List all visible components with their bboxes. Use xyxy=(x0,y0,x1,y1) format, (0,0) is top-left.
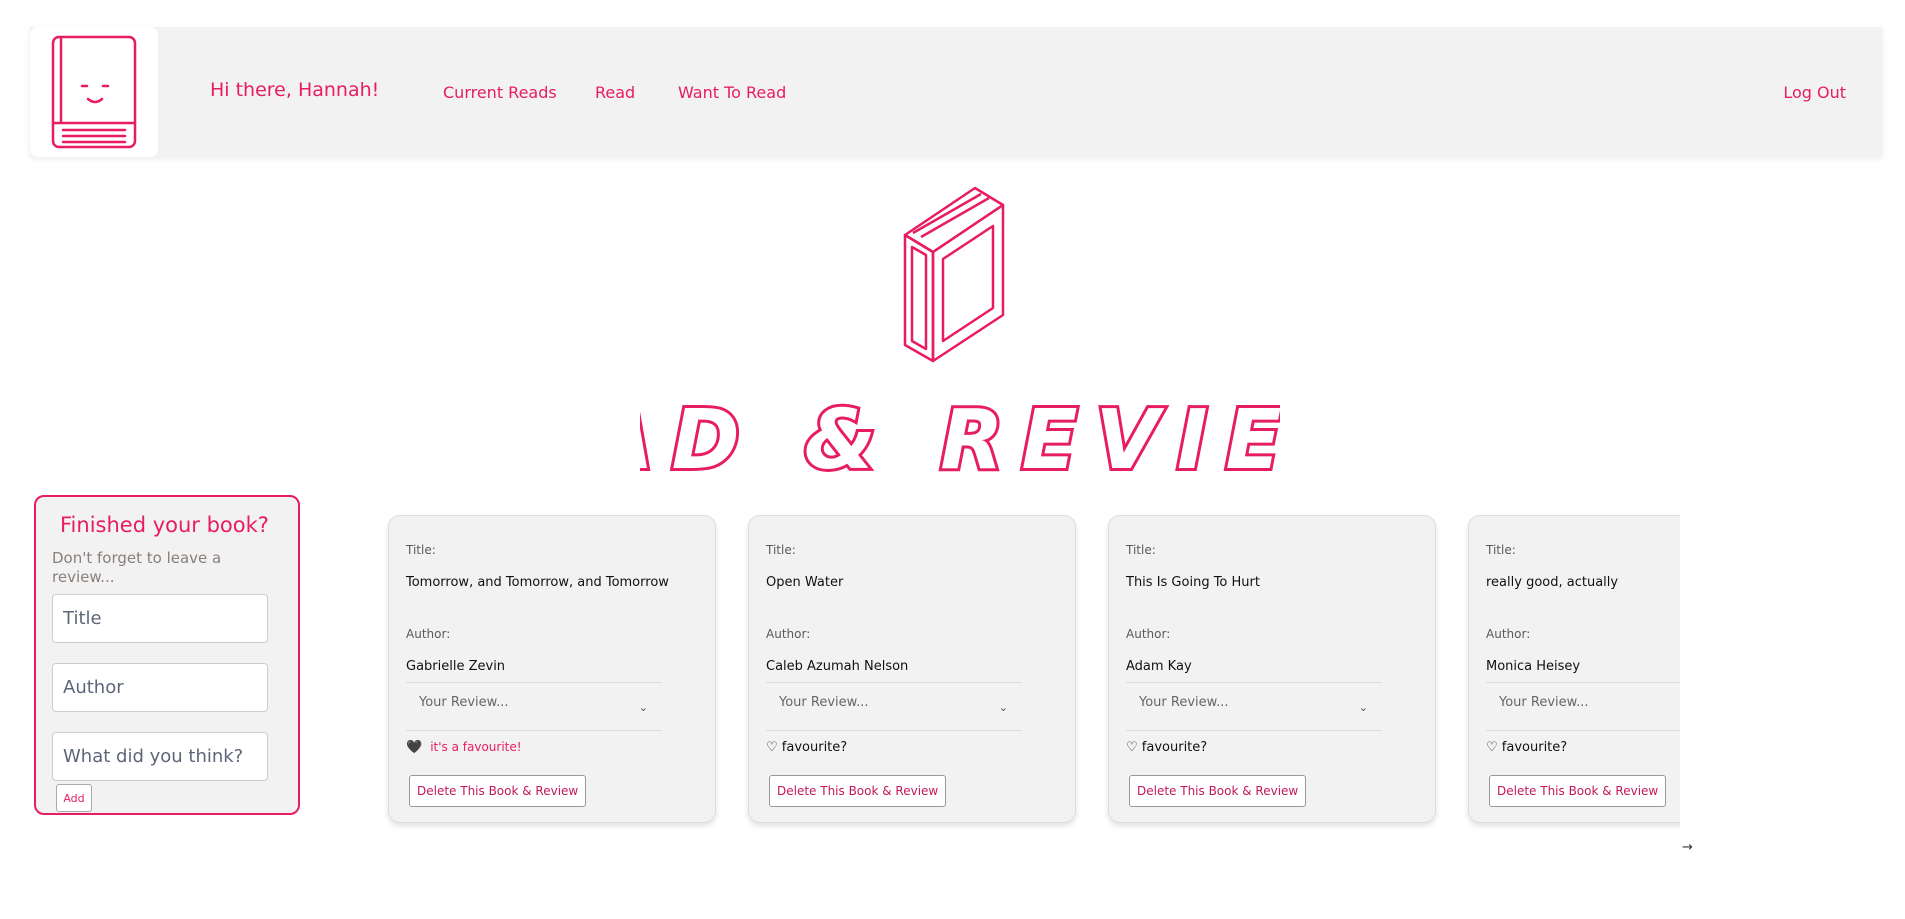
favourite-toggle[interactable]: ♡ favourite? xyxy=(766,740,847,755)
heart-outline-icon: ♡ xyxy=(766,740,778,755)
delete-book-button[interactable]: Delete This Book & Review xyxy=(769,775,947,807)
nav-link-want-to-read[interactable]: Want To Read xyxy=(678,83,786,102)
review-dropdown[interactable]: Your Review... ⌄ xyxy=(766,682,1022,731)
favourite-toggle[interactable]: ♡ favourite? xyxy=(1486,740,1567,755)
favourite-label: it's a favourite! xyxy=(430,740,522,754)
delete-book-button[interactable]: Delete This Book & Review xyxy=(1129,775,1307,807)
book-title: This Is Going To Hurt xyxy=(1126,575,1260,590)
greeting-text: Hi there, Hannah! xyxy=(210,79,380,101)
logout-link[interactable]: Log Out xyxy=(1783,83,1846,102)
book-author: Adam Kay xyxy=(1126,659,1192,674)
author-label: Author: xyxy=(766,627,811,641)
page-title: READ & REVIEWS xyxy=(432,388,1470,491)
nav-link-current-reads[interactable]: Current Reads xyxy=(443,83,557,102)
author-label: Author: xyxy=(1126,627,1171,641)
navbar: Hi there, Hannah! Current Reads Read Wan… xyxy=(30,27,1882,157)
book-author: Monica Heisey xyxy=(1486,659,1581,674)
author-input[interactable] xyxy=(52,663,268,712)
book-author: Caleb Azumah Nelson xyxy=(766,659,909,674)
delete-book-button[interactable]: Delete This Book & Review xyxy=(1489,775,1667,807)
favourite-toggle[interactable]: 🖤 it's a favourite! xyxy=(406,740,522,755)
book-illustration-icon xyxy=(895,183,1015,367)
chevron-down-icon: ⌄ xyxy=(1358,701,1368,714)
delete-book-button[interactable]: Delete This Book & Review xyxy=(409,775,587,807)
review-placeholder: Your Review... xyxy=(779,695,869,710)
review-input[interactable] xyxy=(52,732,268,781)
heart-outline-icon: ♡ xyxy=(1126,740,1138,755)
book-card: Title: Tomorrow, and Tomorrow, and Tomor… xyxy=(388,515,716,823)
review-placeholder: Your Review... xyxy=(1499,695,1589,710)
book-card: Title: really good, actually Author: Mon… xyxy=(1468,515,1680,823)
chevron-down-icon: ⌄ xyxy=(638,701,648,714)
smiling-book-icon xyxy=(51,35,137,149)
title-label: Title: xyxy=(766,543,796,557)
book-title: Open Water xyxy=(766,575,844,590)
favourite-label: favourite? xyxy=(781,740,848,755)
review-dropdown[interactable]: Your Review... ⌄ xyxy=(406,682,662,731)
form-subtitle: Don't forget to leave a review... xyxy=(52,549,222,586)
form-title: Finished your book? xyxy=(60,513,269,537)
author-label: Author: xyxy=(1486,627,1531,641)
scroll-right-arrow-icon[interactable]: → xyxy=(1682,840,1693,855)
book-author: Gabrielle Zevin xyxy=(406,659,506,674)
title-label: Title: xyxy=(1126,543,1156,557)
book-card: Title: This Is Going To Hurt Author: Ada… xyxy=(1108,515,1436,823)
black-heart-icon: 🖤 xyxy=(406,740,423,755)
page-title-text: READ & REVIEWS xyxy=(640,393,1280,480)
review-dropdown[interactable]: Your Review... ⌄ xyxy=(1126,682,1382,731)
book-title: Tomorrow, and Tomorrow, and Tomorrow xyxy=(406,575,669,590)
title-label: Title: xyxy=(406,543,436,557)
book-card: Title: Open Water Author: Caleb Azumah N… xyxy=(748,515,1076,823)
review-dropdown[interactable]: Your Review... ⌄ xyxy=(1486,682,1680,731)
heart-outline-icon: ♡ xyxy=(1486,740,1498,755)
title-label: Title: xyxy=(1486,543,1516,557)
book-title: really good, actually xyxy=(1486,575,1619,590)
add-button[interactable]: Add xyxy=(56,784,92,812)
book-cards-carousel[interactable]: Title: Tomorrow, and Tomorrow, and Tomor… xyxy=(380,505,1680,845)
add-review-form: Finished your book? Don't forget to leav… xyxy=(34,495,300,815)
nav-link-read[interactable]: Read xyxy=(595,83,635,102)
review-placeholder: Your Review... xyxy=(419,695,509,710)
author-label: Author: xyxy=(406,627,451,641)
favourite-label: favourite? xyxy=(1141,740,1208,755)
review-placeholder: Your Review... xyxy=(1139,695,1229,710)
title-input[interactable] xyxy=(52,594,268,643)
favourite-label: favourite? xyxy=(1501,740,1568,755)
chevron-down-icon: ⌄ xyxy=(998,701,1008,714)
logo[interactable] xyxy=(30,27,158,157)
favourite-toggle[interactable]: ♡ favourite? xyxy=(1126,740,1207,755)
